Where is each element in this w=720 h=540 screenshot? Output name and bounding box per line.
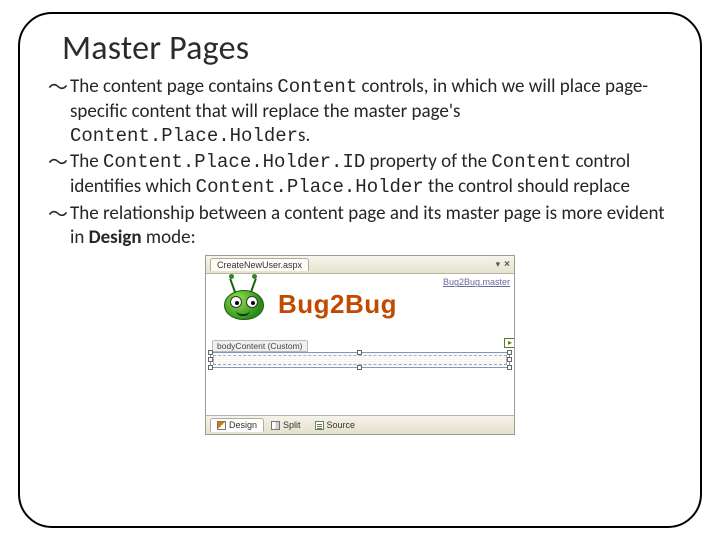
view-mode-design[interactable]: Design (210, 418, 264, 432)
bullet-item: 〜 The relationship between a content pag… (48, 202, 672, 250)
resize-handle[interactable] (208, 350, 213, 355)
code-contentplaceholder: Content.Place.Holder (70, 125, 298, 147)
design-surface[interactable]: Bug2Bug.master Bug2Bug bodyContent (Cust… (206, 274, 514, 416)
text: the control should replace (424, 175, 630, 198)
content-placeholder-region[interactable] (210, 352, 510, 368)
resize-handle[interactable] (507, 357, 512, 362)
bullet-glyph: 〜 (48, 78, 68, 98)
mode-label: Split (283, 420, 301, 430)
text: The (70, 150, 103, 173)
resize-handle[interactable] (208, 357, 213, 362)
bullet-item: 〜 The content page contains Content cont… (48, 75, 672, 148)
view-mode-strip: Design Split Source (206, 416, 514, 434)
text: mode: (142, 226, 196, 249)
code-contentplaceholder: Content.Place.Holder (196, 176, 424, 198)
source-mode-icon (315, 421, 324, 430)
master-page-link[interactable]: Bug2Bug.master (443, 277, 510, 287)
resize-handle[interactable] (507, 350, 512, 355)
mode-label: Source (327, 420, 356, 430)
slide-title: Master Pages (62, 28, 672, 69)
resize-handle[interactable] (357, 365, 362, 370)
text: s. (298, 124, 310, 147)
bullet-glyph: 〜 (48, 153, 68, 173)
designer-screenshot: CreateNewUser.aspx ▾ × Bug2Bug.master (205, 255, 515, 435)
bug-logo-icon (216, 280, 272, 328)
code-content: Content (491, 151, 571, 173)
close-icon[interactable]: × (504, 259, 510, 270)
slide-frame: Master Pages 〜 The content page contains… (18, 12, 702, 528)
text: The content page contains (70, 75, 277, 98)
tabstrip-right: ▾ × (496, 259, 510, 270)
resize-handle[interactable] (507, 365, 512, 370)
file-tab[interactable]: CreateNewUser.aspx (210, 258, 309, 271)
code-content: Content (277, 76, 357, 98)
file-tab-label: CreateNewUser.aspx (217, 260, 302, 270)
logo-text: Bug2Bug (278, 289, 397, 320)
bullet-item: 〜 The Content.Place.Holder.ID property o… (48, 150, 672, 200)
text: property of the (365, 150, 491, 173)
bullet-glyph: 〜 (48, 205, 68, 225)
designer-tabstrip: CreateNewUser.aspx ▾ × (206, 256, 514, 274)
bullet-list: 〜 The content page contains Content cont… (48, 75, 672, 249)
resize-handle[interactable] (208, 365, 213, 370)
dropdown-icon[interactable]: ▾ (496, 259, 501, 270)
mode-label: Design (229, 420, 257, 430)
content-placeholder-tag[interactable]: bodyContent (Custom) (212, 340, 308, 352)
content-placeholder-inner (213, 355, 507, 365)
smart-tag-icon[interactable]: ▸ (504, 338, 514, 348)
view-mode-split[interactable]: Split (264, 418, 308, 432)
split-mode-icon (271, 421, 280, 430)
code-id: Content.Place.Holder.ID (103, 151, 365, 173)
view-mode-source[interactable]: Source (308, 418, 363, 432)
bold-design: Design (89, 226, 142, 249)
logo-row: Bug2Bug (216, 280, 397, 328)
design-mode-icon (217, 421, 226, 430)
resize-handle[interactable] (357, 350, 362, 355)
